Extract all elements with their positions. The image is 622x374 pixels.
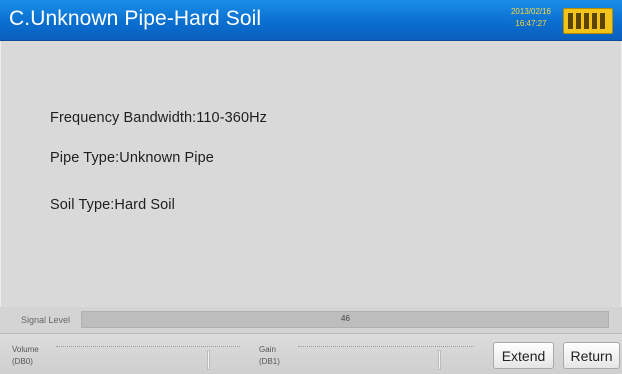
pipe-type-text: Pipe Type:Unknown Pipe <box>50 150 214 166</box>
battery-icon <box>563 8 613 34</box>
signal-level-value: 46 <box>341 314 350 323</box>
date-text: 2013/02/16 <box>510 7 552 16</box>
volume-slider-track <box>56 346 240 347</box>
extend-button[interactable]: Extend <box>493 342 554 369</box>
battery-cell <box>576 13 581 29</box>
frequency-bandwidth-text: Frequency Bandwidth:110-360Hz <box>50 110 268 126</box>
battery-cell <box>592 13 597 29</box>
signal-level-label: Signal Level <box>21 315 71 325</box>
volume-slider[interactable] <box>56 334 240 374</box>
volume-label: Volume <box>12 345 39 354</box>
time-text: 16:47:27 <box>515 19 547 28</box>
battery-cell <box>600 13 605 29</box>
page-title: C.Unknown Pipe-Hard Soil <box>9 7 262 30</box>
gain-slider[interactable] <box>298 334 474 374</box>
battery-cell <box>584 13 589 29</box>
gain-slider-thumb[interactable] <box>438 350 441 370</box>
control-bar: Volume (DB0) Gain (DB1) Extend Return <box>0 333 622 374</box>
battery-cell <box>568 13 573 29</box>
gain-label: Gain <box>259 345 276 354</box>
gain-label-group: Gain (DB1) <box>259 344 280 368</box>
volume-slider-thumb[interactable] <box>207 350 210 370</box>
info-panel: Frequency Bandwidth:110-360Hz Pipe Type:… <box>0 41 622 307</box>
soil-type-text: Soil Type:Hard Soil <box>50 197 175 213</box>
volume-label-group: Volume (DB0) <box>12 344 39 368</box>
signal-level-row: Signal Level 46 <box>0 307 622 333</box>
signal-level-bar: 46 <box>81 311 609 328</box>
volume-unit: (DB0) <box>12 357 33 366</box>
title-bar: C.Unknown Pipe-Hard Soil 2013/02/16 16:4… <box>0 0 622 41</box>
gain-slider-track <box>298 346 474 347</box>
gain-unit: (DB1) <box>259 357 280 366</box>
datetime-display: 2013/02/16 16:47:27 <box>508 6 554 30</box>
return-button[interactable]: Return <box>563 342 620 369</box>
